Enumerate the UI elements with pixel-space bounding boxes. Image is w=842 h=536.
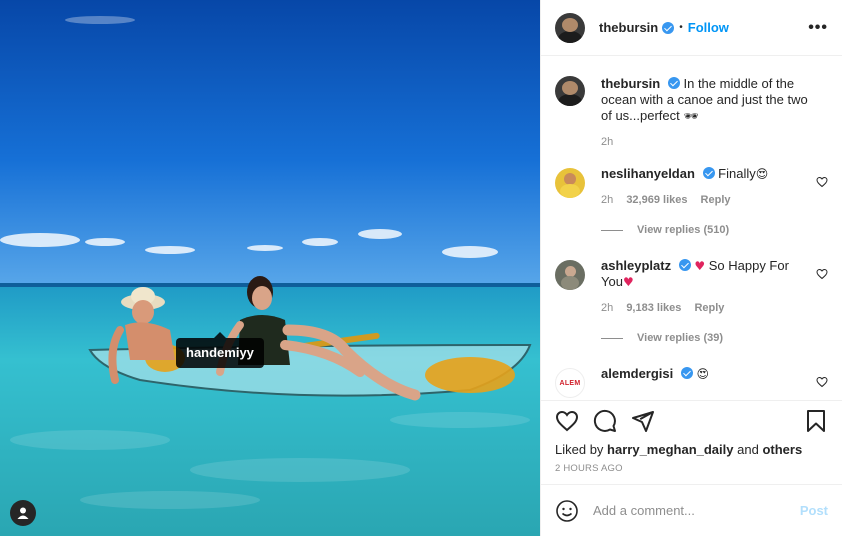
comment-likes[interactable]: 9,183 likes: [626, 302, 681, 314]
heart-icon[interactable]: [816, 376, 828, 388]
comment-input[interactable]: [593, 503, 800, 518]
red-heart-emoji: ♥: [622, 275, 634, 289]
verified-badge-icon: [662, 21, 675, 34]
comment-item: ashleyplatz ♥ So Happy For You♥ 2h 9,183…: [555, 258, 828, 316]
photo-user-tag[interactable]: handemiyy: [176, 332, 264, 368]
heart-eyes-emoji: 😍: [755, 167, 769, 181]
alem-logo: ALEM: [559, 379, 581, 387]
verified-badge-icon: [680, 367, 693, 379]
post-sidebar: thebursin • Follow ••• thebursin In the …: [540, 0, 842, 536]
likes-and: and: [737, 442, 759, 457]
avatar[interactable]: [555, 76, 585, 106]
heart-eyes-emoji: 😍: [696, 367, 710, 381]
ocean-photo-image: [0, 0, 540, 536]
post-actions: [541, 401, 842, 441]
comment-icon[interactable]: [593, 409, 617, 433]
comment-username[interactable]: ashleyplatz: [601, 258, 671, 273]
verified-badge-icon: [702, 167, 715, 179]
caption-time[interactable]: 2h: [601, 136, 613, 148]
share-icon[interactable]: [631, 409, 655, 433]
reply-button[interactable]: Reply: [694, 302, 724, 314]
comment-meta: 2h 9,183 likes Reply: [601, 300, 811, 316]
comment-username[interactable]: neslihanyeldan: [601, 166, 695, 181]
comment-time[interactable]: 2h: [601, 302, 613, 314]
avatar[interactable]: ALEM: [555, 368, 585, 398]
separator-dot: •: [679, 22, 683, 33]
caption-meta: 2h: [601, 134, 811, 150]
likes-summary: Liked by harry_meghan_daily and others: [541, 441, 842, 459]
reply-button[interactable]: Reply: [701, 194, 731, 206]
comment-time[interactable]: 2h: [601, 194, 613, 206]
liked-by-user[interactable]: harry_meghan_daily: [607, 442, 733, 457]
replies-divider: [601, 337, 623, 339]
user-tag-icon[interactable]: [10, 500, 36, 526]
comment-username[interactable]: alemdergisi: [601, 366, 673, 381]
view-replies-button[interactable]: View replies (39): [601, 332, 828, 344]
red-heart-emoji: ♥: [694, 259, 706, 273]
avatar[interactable]: [555, 260, 585, 290]
emoji-icon[interactable]: [555, 499, 579, 523]
comments-list[interactable]: thebursin In the middle of the ocean wit…: [541, 56, 842, 401]
comment-item: neslihanyeldan Finally😍 2h 32,969 likes …: [555, 166, 828, 208]
comment-text: Finally: [718, 166, 756, 181]
instagram-post-modal: handemiyy thebursin • Follow ••• theburs…: [0, 0, 842, 536]
caption-username[interactable]: thebursin: [601, 76, 660, 91]
add-comment-bar: Post: [541, 484, 842, 536]
comment-meta: 2h 32,969 likes Reply: [601, 192, 811, 208]
comment-item: ALEM alemdergisi 😍: [555, 366, 828, 398]
post-photo[interactable]: handemiyy: [0, 0, 540, 536]
avatar[interactable]: [555, 168, 585, 198]
sunglasses-emoji: 🕶: [683, 109, 699, 123]
bookmark-icon[interactable]: [804, 409, 828, 433]
avatar[interactable]: [555, 12, 585, 43]
post-comment-button[interactable]: Post: [800, 503, 828, 518]
comment-likes[interactable]: 32,969 likes: [626, 194, 687, 206]
replies-divider: [601, 229, 623, 231]
liked-by-others-button[interactable]: others: [762, 442, 802, 457]
verified-badge-icon: [667, 77, 680, 89]
heart-icon[interactable]: [816, 176, 828, 188]
heart-icon[interactable]: [816, 268, 828, 280]
post-header: thebursin • Follow •••: [541, 0, 842, 56]
post-timestamp[interactable]: 2 HOURS AGO: [541, 459, 842, 474]
more-options-icon[interactable]: •••: [808, 19, 828, 37]
view-replies-label[interactable]: View replies (510): [637, 224, 729, 236]
view-replies-label[interactable]: View replies (39): [637, 332, 723, 344]
author-username[interactable]: thebursin: [599, 20, 658, 35]
caption: thebursin In the middle of the ocean wit…: [555, 76, 828, 150]
follow-button[interactable]: Follow: [688, 20, 729, 35]
heart-icon[interactable]: [555, 409, 579, 433]
view-replies-button[interactable]: View replies (510): [601, 224, 828, 236]
likes-prefix: Liked by: [555, 442, 604, 457]
verified-badge-icon: [678, 259, 691, 271]
